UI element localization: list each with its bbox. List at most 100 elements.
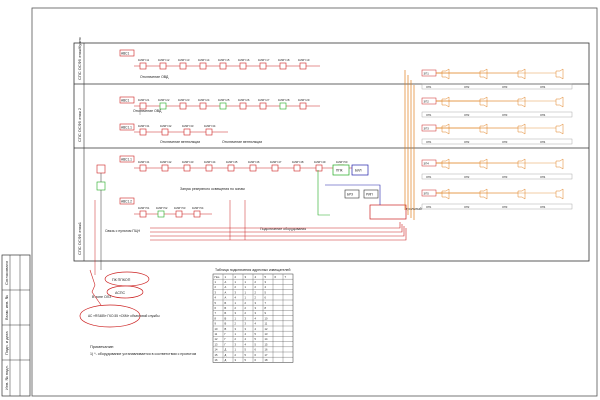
device-label: БРЗ	[347, 193, 353, 197]
detector-node	[183, 164, 191, 172]
schematic-sheet: Инв. № подл. Подп. и дата Взам. инв. № С…	[0, 0, 600, 400]
detector-label: 1МКП 43	[182, 160, 194, 164]
detector-node	[183, 128, 191, 136]
note-n7: Связь с пультом ПЦН	[105, 229, 141, 233]
detector-node	[219, 62, 227, 70]
row-label-2: СПС ОСФ5 этаж 2	[77, 107, 82, 142]
detector-label: 1МКП 29	[298, 98, 310, 102]
speaker-label: ОП3	[502, 175, 508, 179]
detector-label: 1МКП 22	[158, 98, 170, 102]
speaker-group-label: ЗП1	[424, 72, 430, 76]
detector-node	[139, 210, 147, 218]
stamp-cell-1: Инв. № подл.	[4, 365, 9, 390]
detector-label: 1МКП 19	[298, 58, 310, 62]
detector-node	[139, 164, 147, 172]
table-cell: Д	[225, 358, 227, 362]
zone-label: В зоне ОЛЗ	[92, 295, 111, 299]
detector-node	[239, 62, 247, 70]
detector-label: 1МКП 31	[138, 124, 150, 128]
detector-label: 1МКП 42	[160, 160, 172, 164]
speaker-group-label: ЗП2	[424, 100, 430, 104]
speaker-group-label: ЗП4	[424, 162, 430, 166]
speaker-label: ОП2	[464, 113, 470, 117]
detector-label: 1МКП 15	[218, 58, 230, 62]
table-cell: А	[225, 290, 227, 294]
detector-label: 1МКП 45	[226, 160, 238, 164]
speaker-label: ОП4	[540, 175, 546, 179]
detector-label: 1МКП 46	[248, 160, 260, 164]
detector-node	[259, 102, 267, 110]
detector-node	[259, 62, 267, 70]
detector-node	[205, 164, 213, 172]
detector-label: 1МКП 12	[158, 58, 170, 62]
panel-label: АВС1	[121, 99, 129, 103]
table-cell: Д	[225, 348, 227, 352]
speaker-label: ОП3	[502, 113, 508, 117]
detector-node	[279, 102, 287, 110]
detector-node	[315, 164, 323, 172]
table-cell: Б	[225, 301, 227, 305]
speaker-group-label: ЗП3	[424, 127, 430, 131]
detector-node	[161, 164, 169, 172]
detector-label: 1МКП 11	[138, 58, 150, 62]
table-cell: А	[225, 296, 227, 300]
speaker-label: ОП2	[464, 205, 470, 209]
detector-node	[157, 210, 165, 218]
detector-node	[159, 62, 167, 70]
ac-label: АСПС	[115, 291, 125, 295]
stamp-cell-4: Согласовано	[4, 260, 9, 285]
table-cell: Б	[225, 306, 227, 310]
detector-label: 1МКП 24	[198, 98, 210, 102]
speaker-label: ОП1	[426, 113, 432, 117]
detector-label: 1МКП 32	[160, 124, 172, 128]
table-cell: А	[225, 285, 227, 289]
table-title: Таблица подключения адресных извещателей	[215, 268, 290, 272]
panel-label: АВС1.1	[121, 158, 132, 162]
note-n2: Отключение ОВД	[140, 75, 169, 79]
table-cell: А	[225, 280, 227, 284]
speaker-label: ОП1	[426, 175, 432, 179]
speaker-label: ОП4	[540, 113, 546, 117]
detector-node	[139, 128, 147, 136]
notes-title: Примечание:	[90, 344, 114, 349]
detector-node	[249, 164, 257, 172]
speaker-label: ОП3	[502, 205, 508, 209]
speaker-label: ОП3	[502, 85, 508, 89]
detector-node	[299, 62, 307, 70]
stamp-cell-3: Взам. инв. №	[4, 295, 9, 320]
note-n5: Запуск резервного освещения по зонам	[180, 187, 245, 191]
table-cell: Б	[225, 311, 227, 315]
detector-label: 1МКП 54	[192, 206, 204, 210]
detector-node	[299, 102, 307, 110]
detector-node	[175, 210, 183, 218]
note-n6: Подключение оборудования	[260, 227, 306, 231]
panel-label: АВС1	[121, 52, 129, 56]
detector-label: 1МКП 52	[156, 206, 168, 210]
speaker-label: ОП2	[464, 175, 470, 179]
detector-label: 1МКП 23	[178, 98, 190, 102]
stamp-cell-2: Подп. и дата	[4, 331, 9, 355]
detector-label: 1МКП 49	[314, 160, 326, 164]
detector-label: 1МКП 18	[278, 58, 290, 62]
detector-label: 1МКП 17	[258, 58, 270, 62]
row-label-3: СПС ОСФ5 этаж1	[77, 221, 82, 255]
detector-node	[139, 62, 147, 70]
table-cell: В	[225, 322, 227, 326]
device-label: ППК	[336, 169, 343, 173]
detector-label: 1МКП 41	[138, 160, 150, 164]
detector-label: 1МКП 34	[204, 124, 216, 128]
device-label: РИП	[366, 193, 373, 197]
detector-label: 1МКП 21	[138, 98, 150, 102]
speaker-label: ОП1	[426, 85, 432, 89]
detector-node	[271, 164, 279, 172]
speaker-label: ОП4	[540, 85, 546, 89]
note-n4: Отключение вентиляции	[222, 140, 262, 144]
detector-node	[193, 210, 201, 218]
detector-node	[279, 62, 287, 70]
speaker-label: ОП4	[540, 140, 546, 144]
detector-label: 1МКП 13	[178, 58, 190, 62]
detector-label: 1МКП 51	[138, 206, 150, 210]
detector-label: 1МКП 16	[238, 58, 250, 62]
detector-label: 1МКП 14	[198, 58, 210, 62]
detector-node	[219, 102, 227, 110]
